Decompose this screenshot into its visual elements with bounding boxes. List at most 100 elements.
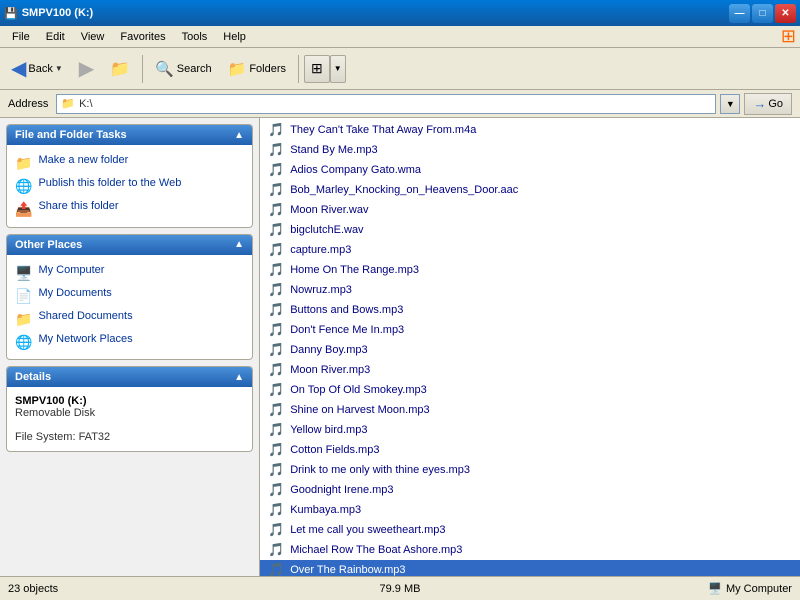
file-name: Kumbaya.mp3 xyxy=(290,504,361,516)
up-button[interactable]: 📁 xyxy=(103,52,137,86)
back-button[interactable]: ◀ Back ▼ xyxy=(4,52,70,86)
file-type-icon: 🎵 xyxy=(268,242,284,258)
address-input[interactable]: 📁 K:\ xyxy=(56,94,716,114)
file-item[interactable]: 🎵Danny Boy.mp3 xyxy=(260,340,800,360)
file-folder-tasks-header[interactable]: File and Folder Tasks ▲ xyxy=(7,125,252,145)
file-folder-tasks-label: File and Folder Tasks xyxy=(15,129,127,141)
computer-icon: 🖥️ xyxy=(15,264,32,282)
file-item[interactable]: 🎵Moon River.wav xyxy=(260,200,800,220)
file-item[interactable]: 🎵Yellow bird.mp3 xyxy=(260,420,800,440)
share-icon: 📤 xyxy=(15,200,32,218)
views-dropdown-button[interactable]: ▼ xyxy=(330,55,346,83)
maximize-button[interactable]: □ xyxy=(752,4,773,23)
views-control[interactable]: ⊞ ▼ xyxy=(304,55,346,83)
file-type-icon: 🎵 xyxy=(268,342,284,358)
views-icon: ⊞ xyxy=(311,60,323,77)
go-button[interactable]: → Go xyxy=(744,93,792,115)
search-button[interactable]: 🔍 Search xyxy=(148,52,219,86)
menu-bar: File Edit View Favorites Tools Help ⊞ xyxy=(0,26,800,48)
file-name: Drink to me only with thine eyes.mp3 xyxy=(290,464,470,476)
menu-help[interactable]: Help xyxy=(215,29,254,45)
go-arrow-icon: → xyxy=(753,96,766,111)
address-dropdown-button[interactable]: ▼ xyxy=(720,94,740,114)
file-name: They Can't Take That Away From.m4a xyxy=(290,124,476,136)
menu-file[interactable]: File xyxy=(4,29,38,45)
file-item[interactable]: 🎵Michael Row The Boat Ashore.mp3 xyxy=(260,540,800,560)
my-computer-link[interactable]: 🖥️ My Computer xyxy=(11,261,248,284)
file-item[interactable]: 🎵 capture.mp3 xyxy=(260,240,800,260)
file-name: Michael Row The Boat Ashore.mp3 xyxy=(290,544,462,556)
file-item[interactable]: 🎵bigclutchE.wav xyxy=(260,220,800,240)
other-places-chevron: ▲ xyxy=(234,239,244,250)
address-folder-icon: 📁 xyxy=(61,97,75,110)
other-places-section: Other Places ▲ 🖥️ My Computer 📄 My Docum… xyxy=(6,234,253,361)
search-icon: 🔍 xyxy=(155,60,174,78)
minimize-button[interactable]: — xyxy=(729,4,750,23)
back-dropdown-icon[interactable]: ▼ xyxy=(55,64,63,73)
file-name: bigclutchE.wav xyxy=(290,224,363,236)
folders-button[interactable]: 📁 Folders xyxy=(221,52,293,86)
up-icon: 📁 xyxy=(110,59,130,79)
title-bar: 💾 SMPV100 (K:) — □ ✕ xyxy=(0,0,800,26)
file-item[interactable]: 🎵Goodnight Irene.mp3 xyxy=(260,480,800,500)
file-item[interactable]: 🎵Don't Fence Me In.mp3 xyxy=(260,320,800,340)
address-label: Address xyxy=(8,98,48,110)
back-label: Back xyxy=(28,63,52,75)
file-name: Home On The Range.mp3 xyxy=(290,264,419,276)
menu-view[interactable]: View xyxy=(73,29,113,45)
file-item[interactable]: 🎵 Kumbaya.mp3 xyxy=(260,500,800,520)
other-places-header[interactable]: Other Places ▲ xyxy=(7,235,252,255)
details-header[interactable]: Details ▲ xyxy=(7,367,252,387)
file-name: Moon River.wav xyxy=(290,204,368,216)
file-item[interactable]: 🎵Let me call you sweetheart.mp3 xyxy=(260,520,800,540)
file-name: Yellow bird.mp3 xyxy=(290,424,367,436)
file-name: On Top Of Old Smokey.mp3 xyxy=(290,384,427,396)
share-folder-link[interactable]: 📤 Share this folder xyxy=(11,197,248,220)
network-icon: 🌐 xyxy=(15,333,32,351)
views-main-button[interactable]: ⊞ xyxy=(304,55,330,83)
file-item[interactable]: 🎵Cotton Fields.mp3 xyxy=(260,440,800,460)
file-type-icon: 🎵 xyxy=(268,142,284,158)
menu-favorites[interactable]: Favorites xyxy=(112,29,173,45)
file-folder-tasks-section: File and Folder Tasks ▲ 📁 Make a new fol… xyxy=(6,124,253,228)
file-item[interactable]: 🎵Adios Company Gato.wma xyxy=(260,160,800,180)
title-bar-title: 💾 SMPV100 (K:) xyxy=(4,7,93,20)
file-name: Over The Rainbow.mp3 xyxy=(290,564,405,576)
my-documents-link[interactable]: 📄 My Documents xyxy=(11,284,248,307)
file-name: capture.mp3 xyxy=(290,244,351,256)
file-item[interactable]: 🎵Over The Rainbow.mp3 xyxy=(260,560,800,576)
file-item[interactable]: 🎵Shine on Harvest Moon.mp3 xyxy=(260,400,800,420)
my-documents-label: My Documents xyxy=(38,286,111,300)
file-name: Cotton Fields.mp3 xyxy=(290,444,379,456)
file-name: Bob_Marley_Knocking_on_Heavens_Door.aac xyxy=(290,184,518,196)
file-item[interactable]: 🎵Nowruz.mp3 xyxy=(260,280,800,300)
menu-tools[interactable]: Tools xyxy=(174,29,216,45)
address-value: K:\ xyxy=(79,98,92,110)
file-item[interactable]: 🎵Buttons and Bows.mp3 xyxy=(260,300,800,320)
details-section: Details ▲ SMPV100 (K:) Removable Disk Fi… xyxy=(6,366,253,452)
publish-folder-label: Publish this folder to the Web xyxy=(38,176,181,190)
file-name: Moon River.mp3 xyxy=(290,364,370,376)
file-item[interactable]: 🎵On Top Of Old Smokey.mp3 xyxy=(260,380,800,400)
forward-button[interactable]: ▶ xyxy=(72,52,101,86)
file-type-icon: 🎵 xyxy=(268,502,284,518)
shared-documents-link[interactable]: 📁 Shared Documents xyxy=(11,307,248,330)
title-bar-controls: — □ ✕ xyxy=(729,4,796,23)
file-item[interactable]: 🎵Stand By Me.mp3 xyxy=(260,140,800,160)
documents-icon: 📄 xyxy=(15,287,32,305)
file-item[interactable]: 🎵They Can't Take That Away From.m4a xyxy=(260,120,800,140)
file-item[interactable]: 🎵Home On The Range.mp3 xyxy=(260,260,800,280)
file-item[interactable]: 🎵Moon River.mp3 xyxy=(260,360,800,380)
my-network-places-link[interactable]: 🌐 My Network Places xyxy=(11,330,248,353)
close-button[interactable]: ✕ xyxy=(775,4,796,23)
folders-icon: 📁 xyxy=(228,60,247,78)
search-label: Search xyxy=(177,63,212,75)
file-item[interactable]: 🎵Drink to me only with thine eyes.mp3 xyxy=(260,460,800,480)
details-chevron: ▲ xyxy=(234,372,244,383)
make-new-folder-link[interactable]: 📁 Make a new folder xyxy=(11,151,248,174)
file-name: Nowruz.mp3 xyxy=(290,284,352,296)
file-item[interactable]: 🎵Bob_Marley_Knocking_on_Heavens_Door.aac xyxy=(260,180,800,200)
publish-folder-link[interactable]: 🌐 Publish this folder to the Web xyxy=(11,174,248,197)
publish-icon: 🌐 xyxy=(15,177,32,195)
menu-edit[interactable]: Edit xyxy=(38,29,73,45)
